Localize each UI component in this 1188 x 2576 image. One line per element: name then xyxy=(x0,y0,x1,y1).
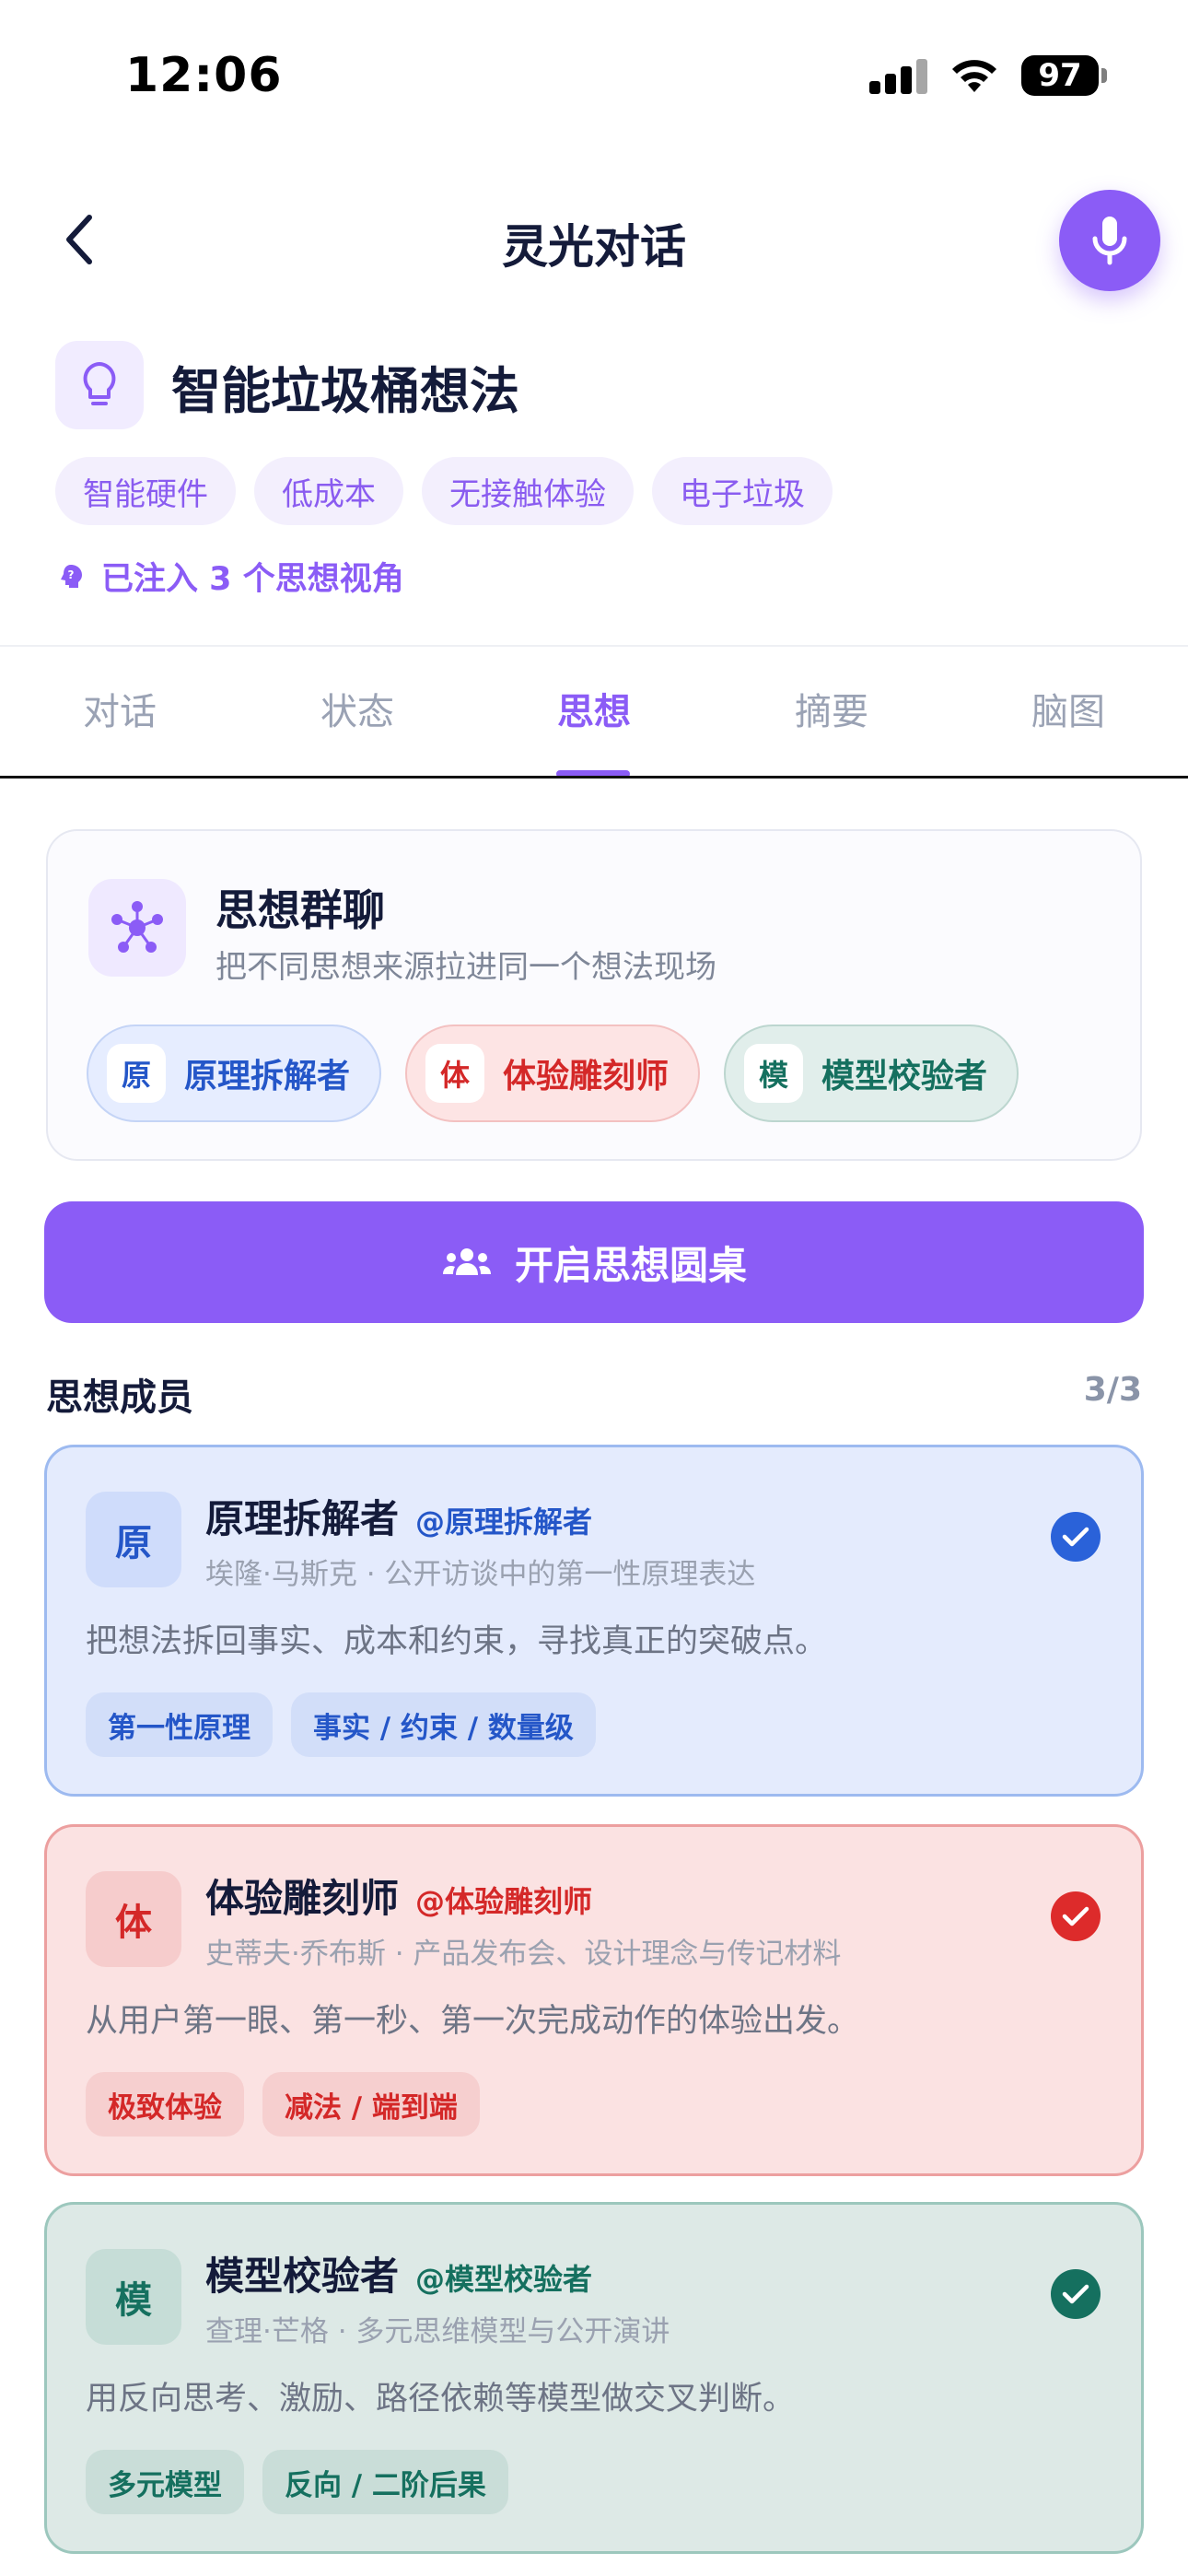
status-time: 12:06 xyxy=(125,48,283,103)
idea-title: 智能垃圾桶想法 xyxy=(171,362,519,420)
member-name: 原理拆解者 xyxy=(205,1496,400,1541)
member-source: 史蒂夫·乔布斯 · 产品发布会、设计理念与传记材料 xyxy=(205,1938,842,1971)
member-description: 把想法拆回事实、成本和约束，寻找真正的突破点。 xyxy=(86,1623,828,1660)
member-handle: @原理拆解者 xyxy=(415,1505,593,1540)
microphone-button[interactable] xyxy=(1059,190,1160,291)
member-description: 从用户第一眼、第一秒、第一次完成动作的体验出发。 xyxy=(86,2003,860,2040)
checkmark-icon[interactable] xyxy=(1051,2269,1101,2319)
member-tag: 事实 / 约束 / 数量级 xyxy=(291,1692,596,1757)
member-name: 模型校验者 xyxy=(205,2254,400,2299)
tab-thoughts[interactable]: 思想 xyxy=(520,682,668,735)
participant-chip-experience[interactable]: 体 体验雕刻师 xyxy=(405,1025,701,1122)
start-roundtable-button[interactable]: 开启思想圆桌 xyxy=(44,1201,1144,1323)
member-tag: 减法 / 端到端 xyxy=(262,2072,480,2137)
chip-avatar: 体 xyxy=(425,1044,485,1103)
brain-icon: ? xyxy=(61,564,82,588)
chip-label: 模型校验者 xyxy=(821,1058,988,1095)
checkmark-icon[interactable] xyxy=(1051,1891,1101,1941)
member-name: 体验雕刻师 xyxy=(205,1876,400,1921)
member-source: 埃隆·马斯克 · 公开访谈中的第一性原理表达 xyxy=(205,1558,756,1591)
chip-avatar: 原 xyxy=(107,1044,166,1103)
tab-divider xyxy=(0,776,1188,779)
tab-summary[interactable]: 摘要 xyxy=(758,682,905,735)
cellular-signal-icon xyxy=(869,57,927,94)
members-section-title: 思想成员 xyxy=(46,1376,193,1419)
chip-avatar: 模 xyxy=(744,1044,804,1103)
checkmark-icon[interactable] xyxy=(1051,1512,1101,1562)
tab-dialogue[interactable]: 对话 xyxy=(46,682,193,735)
member-tags: 多元模型 反向 / 二阶后果 xyxy=(86,2450,508,2514)
member-card-experience[interactable]: 体 体验雕刻师 @体验雕刻师 史蒂夫·乔布斯 · 产品发布会、设计理念与传记材料 … xyxy=(44,1824,1144,2176)
member-description: 用反向思考、激励、路径依赖等模型做交叉判断。 xyxy=(86,2381,796,2418)
group-chat-title: 思想群聊 xyxy=(215,885,385,935)
member-card-principle[interactable]: 原 原理拆解者 @原理拆解者 埃隆·马斯克 · 公开访谈中的第一性原理表达 把想法… xyxy=(44,1445,1144,1797)
member-tag: 极致体验 xyxy=(86,2072,244,2137)
idea-tags: 智能硬件 低成本 无接触体验 电子垃圾 xyxy=(55,457,833,525)
group-chat-card: 思想群聊 把不同思想来源拉进同一个想法现场 原 原理拆解者 体 体验雕刻师 模 … xyxy=(46,829,1142,1161)
member-tag: 反向 / 二阶后果 xyxy=(262,2450,508,2514)
member-handle: @体验雕刻师 xyxy=(415,1884,593,1919)
member-card-model[interactable]: 模 模型校验者 @模型校验者 查理·芒格 · 多元思维模型与公开演讲 用反向思考、… xyxy=(44,2202,1144,2554)
tab-bar: 对话 状态 思想 摘要 脑图 xyxy=(0,647,1188,778)
idea-tag[interactable]: 智能硬件 xyxy=(55,457,236,525)
member-source: 查理·芒格 · 多元思维模型与公开演讲 xyxy=(205,2315,670,2348)
page-title: 灵光对话 xyxy=(502,220,686,274)
users-icon xyxy=(442,1248,491,1275)
battery-level: 97 xyxy=(1021,55,1099,96)
chip-label: 体验雕刻师 xyxy=(503,1058,670,1095)
tab-status[interactable]: 状态 xyxy=(284,682,431,735)
member-tag: 多元模型 xyxy=(86,2450,244,2514)
tab-mindmap[interactable]: 脑图 xyxy=(995,682,1142,735)
member-tags: 极致体验 减法 / 端到端 xyxy=(86,2072,480,2137)
microphone-icon xyxy=(1092,217,1127,265)
member-avatar: 体 xyxy=(86,1871,181,1967)
member-tags: 第一性原理 事实 / 约束 / 数量级 xyxy=(86,1692,596,1757)
member-name-row: 模型校验者 @模型校验者 xyxy=(205,2245,592,2301)
member-name-row: 原理拆解者 @原理拆解者 xyxy=(205,1488,592,1544)
idea-tag[interactable]: 低成本 xyxy=(254,457,403,525)
svg-text:?: ? xyxy=(68,568,75,581)
idea-tag[interactable]: 电子垃圾 xyxy=(652,457,833,525)
network-icon xyxy=(88,879,186,977)
lightbulb-icon xyxy=(55,341,144,429)
idea-tag[interactable]: 无接触体验 xyxy=(422,457,634,525)
member-avatar: 模 xyxy=(86,2249,181,2345)
wifi-icon xyxy=(952,60,996,92)
members-count: 3/3 xyxy=(1083,1371,1142,1409)
chip-label: 原理拆解者 xyxy=(184,1058,351,1095)
participant-chips: 原 原理拆解者 体 体验雕刻师 模 模型校验者 xyxy=(87,1025,1019,1122)
injected-perspectives: ? 已注入 3 个思想视角 xyxy=(57,553,404,600)
participant-chip-principle[interactable]: 原 原理拆解者 xyxy=(87,1025,382,1122)
participant-chip-model[interactable]: 模 模型校验者 xyxy=(724,1025,1019,1122)
member-name-row: 体验雕刻师 @体验雕刻师 xyxy=(205,1868,592,1924)
injected-label: 已注入 3 个思想视角 xyxy=(101,561,404,598)
member-avatar: 原 xyxy=(86,1492,181,1587)
start-roundtable-label: 开启思想圆桌 xyxy=(514,1242,747,1288)
member-handle: @模型校验者 xyxy=(415,2262,593,2297)
status-icons: 97 xyxy=(869,55,1107,96)
battery-icon: 97 xyxy=(1021,55,1107,96)
group-chat-subtitle: 把不同思想来源拉进同一个想法现场 xyxy=(215,949,716,986)
member-tag: 第一性原理 xyxy=(86,1692,273,1757)
status-bar: 12:06 97 xyxy=(0,0,1188,157)
